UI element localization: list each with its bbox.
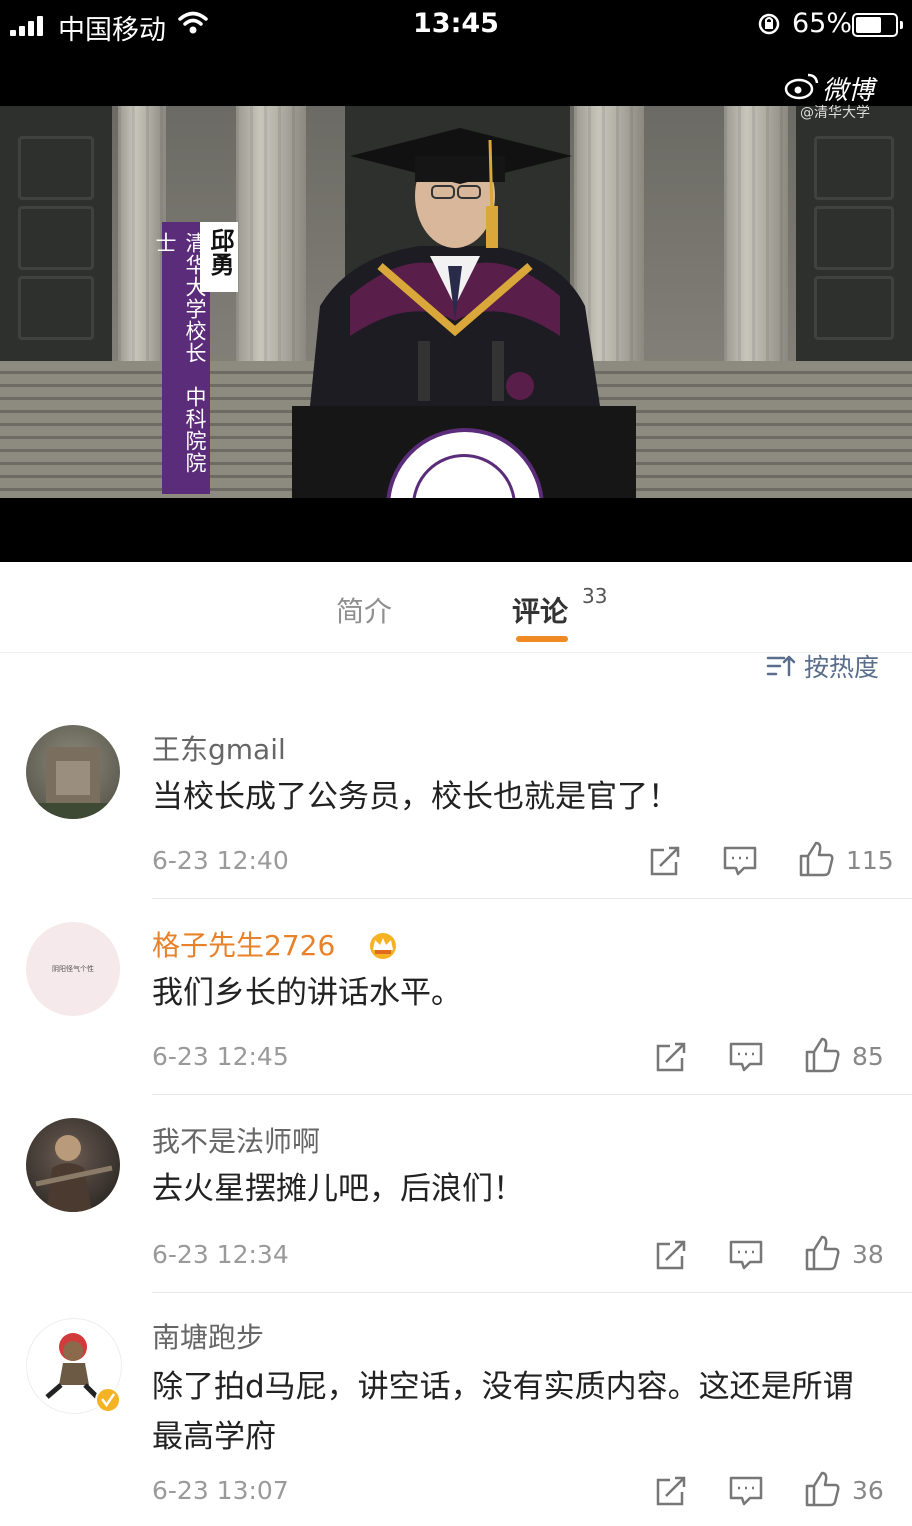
tab-bar: 简介 评论 33 xyxy=(0,562,912,653)
divider xyxy=(152,898,912,899)
divider xyxy=(152,1292,912,1293)
speaker-figure xyxy=(310,128,600,406)
comment-count: 33 xyxy=(582,584,608,608)
comment-icon[interactable] xyxy=(728,1474,764,1508)
tab-intro[interactable]: 简介 xyxy=(336,590,392,630)
like-icon[interactable] xyxy=(804,1470,840,1508)
comment-text: 除了拍d马屁，讲空话，没有实质内容。这还是所谓最高学府 xyxy=(152,1369,854,1455)
comment-username[interactable]: 我不是法师啊 xyxy=(152,1120,320,1160)
user-avatar[interactable] xyxy=(26,725,120,819)
sort-by-hot-button[interactable]: 按热度 xyxy=(766,648,879,684)
active-tab-indicator xyxy=(516,636,568,642)
comment-username[interactable]: 王东gmail xyxy=(152,728,286,768)
comment-username[interactable]: 格子先生2726 xyxy=(152,924,335,964)
sort-icon xyxy=(766,655,796,677)
video-player[interactable]: 清华大学校长 中科院院士 邱勇 微博 @清华大学 xyxy=(0,52,912,562)
comment-icon[interactable] xyxy=(722,844,758,878)
comment-username[interactable]: 南塘跑步 xyxy=(152,1316,264,1356)
tab-comments[interactable]: 评论 xyxy=(512,590,568,630)
verified-badge-icon xyxy=(95,1387,121,1413)
comment-time: 6-23 12:40 xyxy=(152,846,289,875)
sort-label: 按热度 xyxy=(804,653,880,682)
comment-text: 去火星摆摊儿吧，后浪们！ xyxy=(152,1171,524,1207)
like-count: 115 xyxy=(846,846,894,875)
university-seal xyxy=(386,428,544,498)
comment-icon[interactable] xyxy=(728,1238,764,1272)
user-avatar[interactable] xyxy=(26,1118,120,1212)
comment-time: 6-23 12:45 xyxy=(152,1042,289,1071)
comment-time: 6-23 12:34 xyxy=(152,1240,289,1269)
comment-text: 当校长成了公务员，校长也就是官了！ xyxy=(152,779,679,815)
like-count: 36 xyxy=(852,1476,884,1505)
speaker-name-caption: 邱勇 xyxy=(200,222,238,292)
weibo-logo-icon xyxy=(784,73,819,100)
repost-icon[interactable] xyxy=(654,1040,688,1074)
avatar-text: 阴阳怪气个性 xyxy=(52,965,94,973)
like-count: 85 xyxy=(852,1042,884,1071)
vip-crown-icon xyxy=(370,933,396,959)
user-avatar[interactable]: 阴阳怪气个性 xyxy=(26,922,120,1016)
divider xyxy=(152,1094,912,1095)
repost-icon[interactable] xyxy=(654,1238,688,1272)
battery-icon xyxy=(852,13,903,37)
repost-icon[interactable] xyxy=(654,1474,688,1508)
weibo-watermark-account: @清华大学 xyxy=(800,105,870,121)
repost-icon[interactable] xyxy=(648,844,682,878)
comment-icon[interactable] xyxy=(728,1040,764,1074)
like-icon[interactable] xyxy=(804,1234,840,1272)
podium xyxy=(292,406,636,498)
battery-percent: 65% xyxy=(792,8,853,39)
like-icon[interactable] xyxy=(798,840,834,878)
comment-time: 6-23 13:07 xyxy=(152,1476,289,1505)
status-bar: 中国移动 13:45 65% xyxy=(0,0,912,52)
like-icon[interactable] xyxy=(804,1036,840,1074)
comment-text: 我们乡长的讲话水平。 xyxy=(152,975,462,1011)
video-frame: 清华大学校长 中科院院士 邱勇 xyxy=(0,106,912,498)
like-count: 38 xyxy=(852,1240,884,1269)
rotation-lock-icon xyxy=(758,13,780,35)
